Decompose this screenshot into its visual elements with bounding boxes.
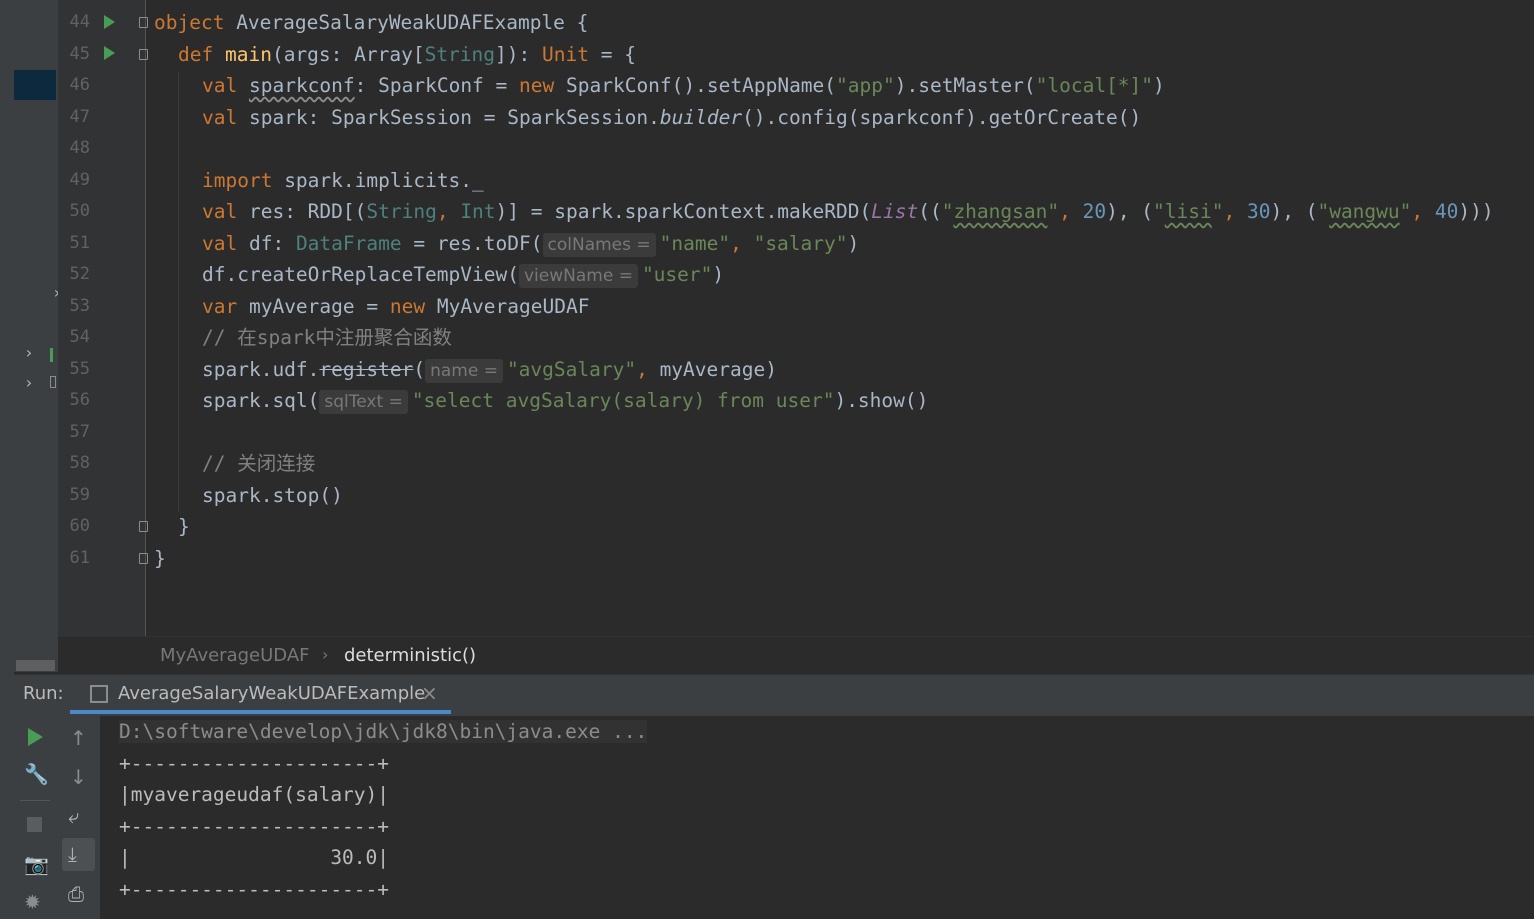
line-number: 49 (69, 169, 90, 190)
scroll-to-end-button[interactable] (62, 838, 95, 871)
arrow-down-icon[interactable]: ↓ (70, 765, 87, 789)
structure-horizontal-scrollbar[interactable] (16, 660, 55, 671)
code-line-61: } (154, 546, 166, 570)
line-number: 45 (69, 43, 90, 64)
print-icon[interactable]: ⎙ (68, 882, 84, 906)
line-number: 47 (69, 106, 90, 127)
line-number: 55 (69, 358, 90, 379)
line-number: 44 (69, 12, 90, 32)
chevron-right-icon[interactable]: › (24, 343, 34, 362)
line-number: 57 (69, 421, 90, 442)
code-line-59: spark.stop() (202, 483, 343, 507)
line-number: 53 (69, 295, 90, 316)
code-line-60: } (178, 515, 190, 538)
structure-selection (14, 70, 56, 100)
scroll-to-end-icon[interactable]: ⤓ (68, 842, 77, 866)
parameter-hint: viewName = (518, 264, 638, 288)
code-line-55: spark.udf.register(name = "avgSalary", my… (202, 357, 777, 383)
run-gutter-icon[interactable] (104, 46, 115, 60)
console-line: D:\software\develop\jdk\jdk8\bin\java.ex… (119, 716, 648, 748)
line-number: 60 (69, 516, 90, 536)
close-icon[interactable]: × (421, 681, 438, 705)
stop-icon[interactable] (27, 817, 42, 832)
breadcrumb-class[interactable]: MyAverageUDAF (160, 645, 309, 666)
code-line-50: val res: RDD[(String, Int)] = spark.spar… (202, 200, 1494, 223)
structure-panel (14, 0, 58, 672)
parameter-hint: colNames = (542, 232, 656, 257)
parameter-hint: sqlText = (319, 390, 408, 414)
code-line-49: import spark.implicits._ (202, 168, 484, 192)
line-number: 61 (69, 547, 90, 568)
code-line-46: val sparkconf: SparkConf = new SparkConf… (202, 74, 1165, 97)
parameter-hint: name = (425, 358, 503, 383)
fold-icon[interactable] (139, 521, 148, 532)
run-tab-title: AverageSalaryWeakUDAFExample (118, 683, 426, 704)
code-line-58: // 关闭连接 (202, 452, 316, 475)
soft-wrap-icon[interactable]: ⤶ (68, 804, 79, 828)
toolbar-divider (20, 800, 50, 801)
chevron-right-icon[interactable]: › (24, 373, 34, 392)
run-icon[interactable] (28, 728, 43, 746)
tree-node-icon (50, 376, 56, 388)
camera-icon[interactable]: 📷 (24, 852, 49, 876)
code-line-44: object AverageSalaryWeakUDAFExample { (154, 11, 589, 34)
line-number: 50 (69, 201, 90, 221)
run-gutter-icon[interactable] (104, 15, 115, 29)
console-line: |myaverageudaf(salary)| (119, 783, 390, 806)
line-number: 48 (69, 138, 90, 158)
line-number: 52 (69, 264, 90, 284)
bug-icon[interactable]: ✹ (24, 890, 41, 914)
line-number: 59 (69, 484, 90, 505)
console-line: | 30.0| (119, 846, 390, 869)
run-tab-underline (70, 710, 451, 714)
code-line-56: spark.sql(sqlText = "select avgSalary(sal… (202, 389, 929, 414)
fold-icon[interactable] (139, 49, 148, 60)
line-number: 54 (69, 327, 90, 347)
fold-icon[interactable] (139, 17, 148, 28)
indent-guide (178, 72, 179, 512)
code-line-47: val spark: SparkSession = SparkSession.b… (202, 105, 1142, 129)
console-line: +---------------------+ (119, 877, 390, 901)
breadcrumb-method[interactable]: deterministic() (344, 645, 476, 666)
code-line-54: // 在spark中注册聚合函数 (202, 326, 452, 349)
arrow-up-icon[interactable]: ↑ (70, 726, 87, 750)
line-number: 58 (69, 453, 90, 473)
tree-node-icon (50, 348, 53, 362)
code-line-52: df.createOrReplaceTempView(viewName = "us… (202, 263, 725, 288)
breadcrumb-separator: › (322, 645, 329, 664)
console-icon (90, 685, 108, 703)
run-panel-label: Run: (23, 683, 64, 704)
code-line-45: def main(args: Array[String]): Unit = { (178, 42, 636, 66)
line-number: 51 (69, 232, 90, 253)
line-number: 46 (69, 75, 90, 95)
console-line: +---------------------+ (119, 751, 390, 775)
console-command: D:\software\develop\jdk\jdk8\bin\java.ex… (119, 720, 648, 743)
wrench-icon[interactable]: 🔧 (24, 762, 49, 786)
code-line-53: var myAverage = new MyAverageUDAF (202, 294, 590, 318)
console-line: +---------------------+ (119, 814, 390, 838)
code-line-51: val df: DataFrame = res.toDF(colNames = "… (202, 231, 860, 257)
line-number: 56 (69, 390, 90, 410)
left-tool-strip (0, 0, 14, 919)
fold-icon[interactable] (139, 553, 148, 564)
